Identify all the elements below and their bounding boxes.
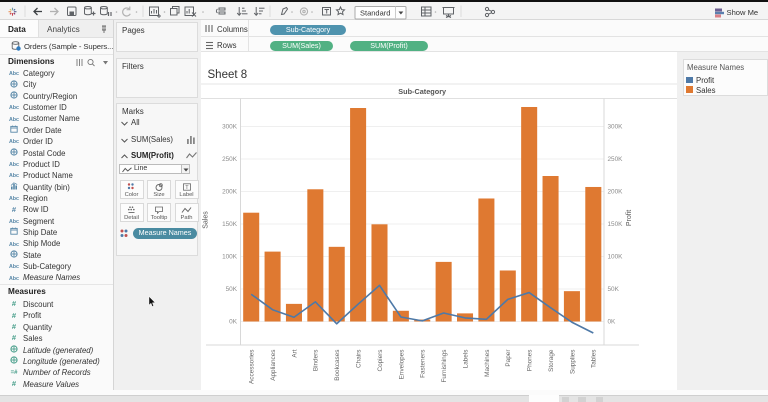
svg-text:Profit: Profit bbox=[626, 210, 633, 226]
svg-text:Copiers: Copiers bbox=[377, 350, 384, 372]
svg-text:Accessories: Accessories bbox=[249, 350, 256, 384]
svg-text:Sales: Sales bbox=[203, 211, 210, 229]
svg-text:150K: 150K bbox=[608, 221, 624, 228]
svg-text:50K: 50K bbox=[608, 286, 620, 293]
svg-text:300K: 300K bbox=[608, 124, 624, 131]
svg-text:Envelopes: Envelopes bbox=[398, 350, 405, 380]
svg-text:150K: 150K bbox=[222, 221, 238, 228]
svg-text:Supplies: Supplies bbox=[569, 350, 576, 375]
svg-text:Paper: Paper bbox=[505, 349, 512, 367]
svg-text:200K: 200K bbox=[608, 189, 624, 196]
svg-text:250K: 250K bbox=[608, 156, 624, 163]
svg-text:Labels: Labels bbox=[462, 350, 469, 369]
svg-text:Machines: Machines bbox=[484, 350, 491, 377]
svg-text:50K: 50K bbox=[226, 286, 238, 293]
svg-text:300K: 300K bbox=[222, 124, 238, 131]
svg-text:0K: 0K bbox=[229, 319, 238, 326]
svg-text:Furnishings: Furnishings bbox=[441, 350, 448, 383]
svg-text:Binders: Binders bbox=[313, 350, 320, 372]
svg-text:Sheet 8: Sheet 8 bbox=[208, 69, 248, 81]
svg-text:100K: 100K bbox=[608, 254, 624, 261]
svg-text:Storage: Storage bbox=[548, 349, 555, 372]
svg-text:Bookcases: Bookcases bbox=[334, 350, 341, 381]
svg-text:200K: 200K bbox=[222, 189, 238, 196]
svg-text:Tables: Tables bbox=[591, 350, 598, 368]
svg-text:250K: 250K bbox=[222, 156, 238, 163]
svg-text:100K: 100K bbox=[222, 254, 238, 261]
svg-text:Standard: Standard bbox=[360, 8, 390, 17]
svg-text:Chairs: Chairs bbox=[356, 350, 363, 368]
svg-text:Show Me: Show Me bbox=[727, 8, 759, 17]
svg-text:Sub-Category: Sub-Category bbox=[398, 87, 447, 96]
svg-text:Phones: Phones bbox=[527, 350, 534, 372]
svg-text:0K: 0K bbox=[608, 319, 617, 326]
svg-text:Appliances: Appliances bbox=[270, 350, 277, 381]
svg-text:Fasteners: Fasteners bbox=[420, 350, 427, 378]
svg-text:Art: Art bbox=[291, 349, 298, 357]
